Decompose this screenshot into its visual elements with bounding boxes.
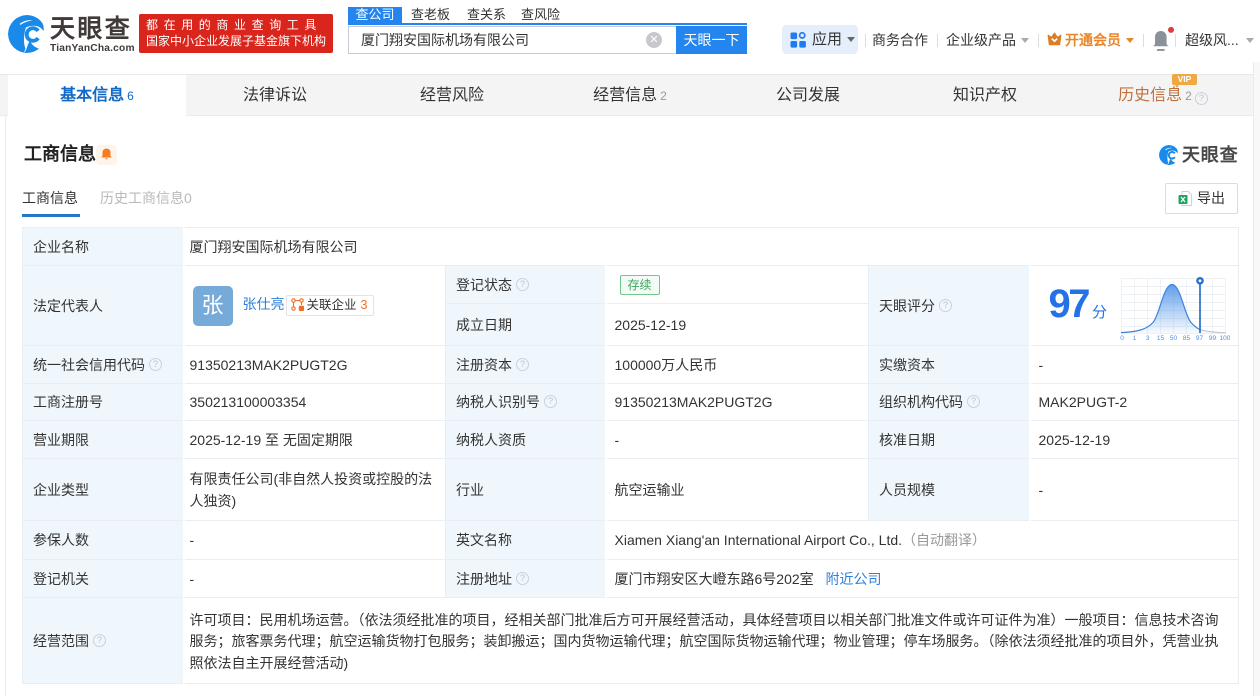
svg-text:85: 85 xyxy=(1183,335,1191,342)
svg-text:3: 3 xyxy=(1146,335,1150,342)
svg-text:50: 50 xyxy=(1170,335,1178,342)
svg-text:97: 97 xyxy=(1196,335,1204,342)
svg-text:100: 100 xyxy=(1220,335,1230,342)
svg-text:99: 99 xyxy=(1209,335,1217,342)
svg-text:0: 0 xyxy=(1120,335,1124,342)
svg-text:15: 15 xyxy=(1157,335,1165,342)
svg-text:1: 1 xyxy=(1133,335,1137,342)
